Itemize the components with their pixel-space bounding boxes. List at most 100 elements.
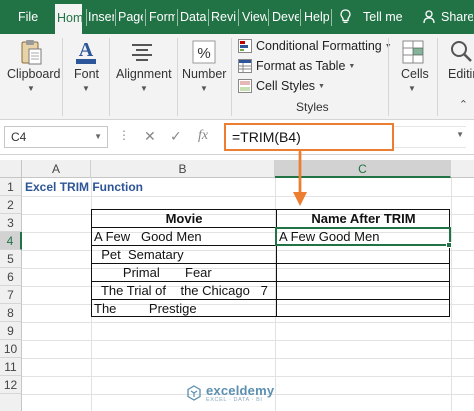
row-header[interactable]: 6 bbox=[0, 268, 22, 286]
chevron-up-icon[interactable]: ⌃ bbox=[459, 98, 468, 111]
clipboard-group[interactable]: Clipboard ▼ bbox=[0, 34, 62, 120]
fill-handle[interactable] bbox=[446, 242, 452, 248]
header-name-after-trim[interactable]: Name After TRIM bbox=[277, 210, 450, 228]
number-label: Number bbox=[182, 67, 227, 81]
lightbulb-icon bbox=[340, 9, 351, 23]
font-group[interactable]: A Font ▼ bbox=[63, 34, 108, 120]
clipboard-label: Clipboard bbox=[7, 67, 61, 81]
format-as-table-icon bbox=[238, 59, 252, 73]
tab-formulas[interactable]: Form bbox=[149, 0, 175, 34]
conditional-formatting-button[interactable]: Conditional Formatting▼ bbox=[238, 36, 392, 56]
share-button[interactable]: Share bbox=[441, 0, 473, 34]
trimmed-cell[interactable] bbox=[279, 264, 449, 282]
enter-icon[interactable]: ✓ bbox=[170, 128, 182, 145]
format-as-table-button[interactable]: Format as Table ▼ bbox=[238, 56, 355, 76]
cells-icon bbox=[402, 40, 424, 64]
movie-cell[interactable]: Pet Sematary bbox=[94, 246, 274, 264]
format-as-table-label: Format as Table bbox=[256, 59, 346, 73]
exceldemy-logo-icon bbox=[187, 385, 201, 401]
cells-group[interactable]: Cells ▼ bbox=[389, 34, 437, 120]
column-header-a[interactable]: A bbox=[22, 160, 91, 178]
row-header[interactable]: 5 bbox=[0, 250, 22, 268]
share-person-icon[interactable] bbox=[423, 10, 438, 24]
formula-input[interactable]: =TRIM(B4) bbox=[224, 123, 394, 151]
name-box-value: C4 bbox=[11, 130, 27, 144]
conditional-formatting-icon bbox=[238, 39, 252, 53]
chevron-down-icon: ▼ bbox=[140, 84, 148, 93]
name-box[interactable]: C4 ▼ bbox=[4, 126, 108, 148]
alignment-group[interactable]: Alignment ▼ bbox=[110, 34, 176, 120]
watermark-tagline: EXCEL · DATA · BI bbox=[206, 397, 263, 403]
movie-cell[interactable]: The Prestige bbox=[94, 300, 274, 318]
header-movie[interactable]: Movie bbox=[92, 210, 276, 228]
svg-text:%: % bbox=[197, 45, 210, 62]
tab-page-layout[interactable]: Page bbox=[118, 0, 143, 34]
magnifier-icon bbox=[451, 41, 472, 62]
tab-view[interactable]: View bbox=[242, 0, 267, 34]
tell-me-search[interactable]: Tell me bbox=[363, 0, 409, 34]
tab-review[interactable]: Revie bbox=[211, 0, 236, 34]
exceldemy-watermark: exceldemy EXCEL · DATA · BI bbox=[186, 383, 286, 405]
watermark-name: exceldemy bbox=[206, 383, 275, 398]
row-header[interactable]: 11 bbox=[0, 358, 22, 376]
column-header-c[interactable]: C bbox=[275, 160, 451, 178]
formula-bar-grip[interactable]: ⋮ bbox=[118, 128, 130, 142]
row-header[interactable]: 4 bbox=[0, 232, 22, 250]
movie-cell[interactable]: Primal Fear bbox=[94, 264, 274, 282]
tab-insert[interactable]: Inser bbox=[88, 0, 114, 34]
chevron-down-icon: ▼ bbox=[82, 84, 90, 93]
active-cell-selection[interactable] bbox=[275, 227, 451, 246]
chevron-down-icon: ▼ bbox=[27, 84, 35, 93]
tab-developer[interactable]: Deve bbox=[272, 0, 299, 34]
trimmed-cell[interactable] bbox=[279, 246, 449, 264]
tab-home[interactable]: Hom bbox=[55, 4, 82, 34]
row-header[interactable]: 8 bbox=[0, 304, 22, 322]
chevron-down-icon: ▼ bbox=[408, 84, 416, 93]
number-group[interactable]: % Number ▼ bbox=[178, 34, 230, 120]
row-header[interactable] bbox=[0, 394, 22, 411]
trimmed-cell[interactable] bbox=[279, 282, 449, 300]
chevron-down-icon[interactable]: ▼ bbox=[456, 130, 464, 139]
movie-cell[interactable]: The Trial of the Chicago 7 bbox=[94, 282, 274, 300]
cell-styles-icon bbox=[238, 79, 252, 93]
trimmed-cell[interactable] bbox=[279, 300, 449, 318]
ribbon-tab-bar: File Hom Inser Page Form Data Revie View… bbox=[0, 0, 474, 34]
select-all-corner[interactable] bbox=[0, 160, 22, 178]
gridline bbox=[22, 196, 474, 197]
align-center-icon bbox=[132, 44, 152, 61]
gridline bbox=[22, 340, 474, 341]
tab-file[interactable]: File bbox=[18, 0, 44, 34]
row-header[interactable]: 10 bbox=[0, 340, 22, 358]
row-header[interactable]: 12 bbox=[0, 376, 22, 394]
row-header[interactable]: 1 bbox=[0, 178, 22, 196]
cell-styles-button[interactable]: Cell Styles ▼ bbox=[238, 76, 325, 96]
editing-group[interactable]: Editing bbox=[438, 34, 474, 120]
cell-styles-label: Cell Styles bbox=[256, 79, 316, 93]
clipboard-icon bbox=[21, 40, 42, 65]
conditional-formatting-label: Conditional Formatting bbox=[256, 39, 382, 53]
tab-data[interactable]: Data bbox=[180, 0, 207, 34]
sheet-title-cell[interactable]: Excel TRIM Function bbox=[25, 178, 143, 196]
row-header[interactable]: 2 bbox=[0, 196, 22, 214]
column-header-d[interactable] bbox=[451, 160, 474, 178]
formula-bar: C4 ▼ ⋮ ✕ ✓ fx =TRIM(B4) ▼ bbox=[0, 120, 474, 155]
font-color-icon: A bbox=[76, 39, 96, 64]
gridline bbox=[451, 178, 452, 411]
chevron-down-icon[interactable]: ▼ bbox=[94, 127, 102, 147]
movie-cell[interactable]: A Few Good Men bbox=[94, 228, 274, 246]
column-header-b[interactable]: B bbox=[91, 160, 275, 178]
insert-function-button[interactable]: fx bbox=[198, 128, 208, 144]
cells-label: Cells bbox=[401, 67, 429, 81]
gridline bbox=[22, 358, 474, 359]
row-header[interactable]: 7 bbox=[0, 286, 22, 304]
gridline bbox=[22, 376, 474, 377]
movie-table: Movie Name After TRIM A Few Good Men Pet… bbox=[91, 209, 450, 317]
svg-text:A: A bbox=[79, 39, 94, 61]
row-header[interactable]: 9 bbox=[0, 322, 22, 340]
cancel-icon[interactable]: ✕ bbox=[144, 128, 156, 145]
gridline bbox=[22, 322, 474, 323]
tab-help[interactable]: Help bbox=[304, 0, 329, 34]
row-header[interactable]: 3 bbox=[0, 214, 22, 232]
percent-icon: % bbox=[192, 40, 216, 64]
home-ribbon: Clipboard ▼ A Font ▼ Alignment ▼ % Numbe… bbox=[0, 34, 474, 120]
